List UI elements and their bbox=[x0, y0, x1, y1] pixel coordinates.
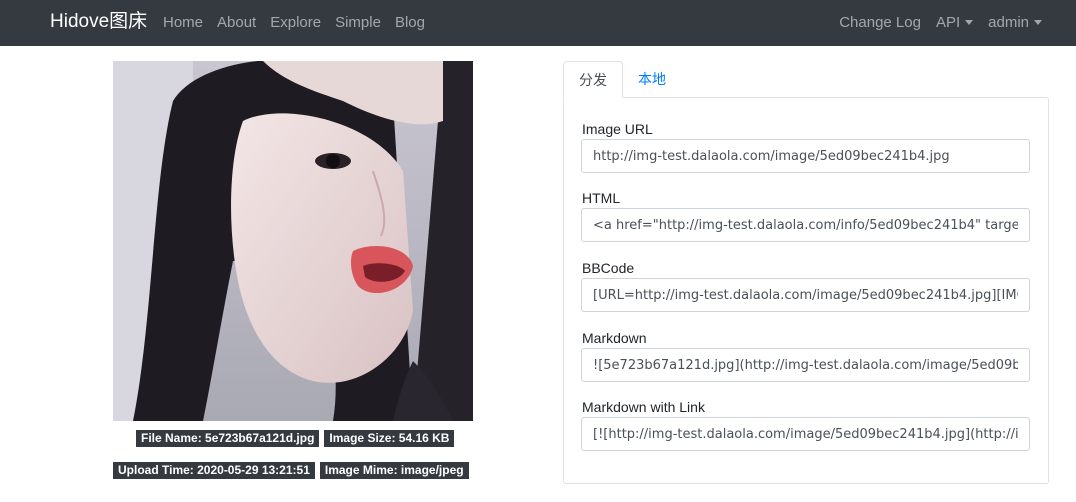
top-navbar: Hidove图床 Home About Explore Simple Blog … bbox=[0, 0, 1076, 46]
portrait-photo-icon bbox=[113, 61, 473, 421]
image-size-badge: Image Size: 54.16 KB bbox=[324, 430, 455, 447]
markdown-label: Markdown bbox=[582, 330, 647, 346]
nav-user-dropdown[interactable]: admin bbox=[988, 14, 1042, 31]
image-mime-badge: Image Mime: image/jpeg bbox=[319, 462, 469, 479]
tab-local[interactable]: 本地 bbox=[623, 61, 681, 98]
uploaded-image[interactable] bbox=[113, 61, 473, 421]
bbcode-label: BBCode bbox=[582, 260, 635, 276]
image-info-row-1: File Name: 5e723b67a121d.jpg Image Size:… bbox=[136, 430, 459, 447]
upload-time-badge: Upload Time: 2020-05-29 13:21:51 bbox=[113, 462, 315, 479]
file-name-badge: File Name: 5e723b67a121d.jpg bbox=[136, 430, 320, 447]
caret-down-icon bbox=[965, 20, 974, 25]
image-url-input[interactable] bbox=[581, 139, 1030, 173]
nav-changelog[interactable]: Change Log bbox=[839, 14, 921, 31]
brand-logo[interactable]: Hidove图床 bbox=[50, 11, 147, 33]
image-info-row-2: Upload Time: 2020-05-29 13:21:51 Image M… bbox=[113, 462, 474, 479]
nav-api-dropdown[interactable]: API bbox=[935, 14, 974, 31]
markdown-link-label: Markdown with Link bbox=[582, 399, 705, 415]
nav-user-label: admin bbox=[988, 14, 1029, 31]
nav-api-label: API bbox=[935, 14, 961, 31]
html-input[interactable] bbox=[581, 208, 1030, 242]
nav-explore[interactable]: Explore bbox=[270, 14, 321, 31]
markdown-link-input[interactable] bbox=[581, 417, 1030, 451]
tab-share[interactable]: 分发 bbox=[563, 61, 623, 98]
nav-home[interactable]: Home bbox=[163, 14, 203, 31]
image-url-label: Image URL bbox=[582, 121, 653, 137]
markdown-input[interactable] bbox=[581, 348, 1030, 382]
main-nav: Home About Explore Simple Blog bbox=[163, 14, 439, 31]
nav-about[interactable]: About bbox=[217, 14, 256, 31]
link-tabs: 分发 本地 bbox=[563, 61, 681, 98]
bbcode-input[interactable] bbox=[581, 278, 1030, 312]
nav-blog[interactable]: Blog bbox=[395, 14, 425, 31]
html-label: HTML bbox=[582, 190, 621, 206]
nav-simple[interactable]: Simple bbox=[335, 14, 381, 31]
caret-down-icon bbox=[1034, 20, 1042, 25]
right-nav: Change Log API admin bbox=[824, 14, 1042, 31]
